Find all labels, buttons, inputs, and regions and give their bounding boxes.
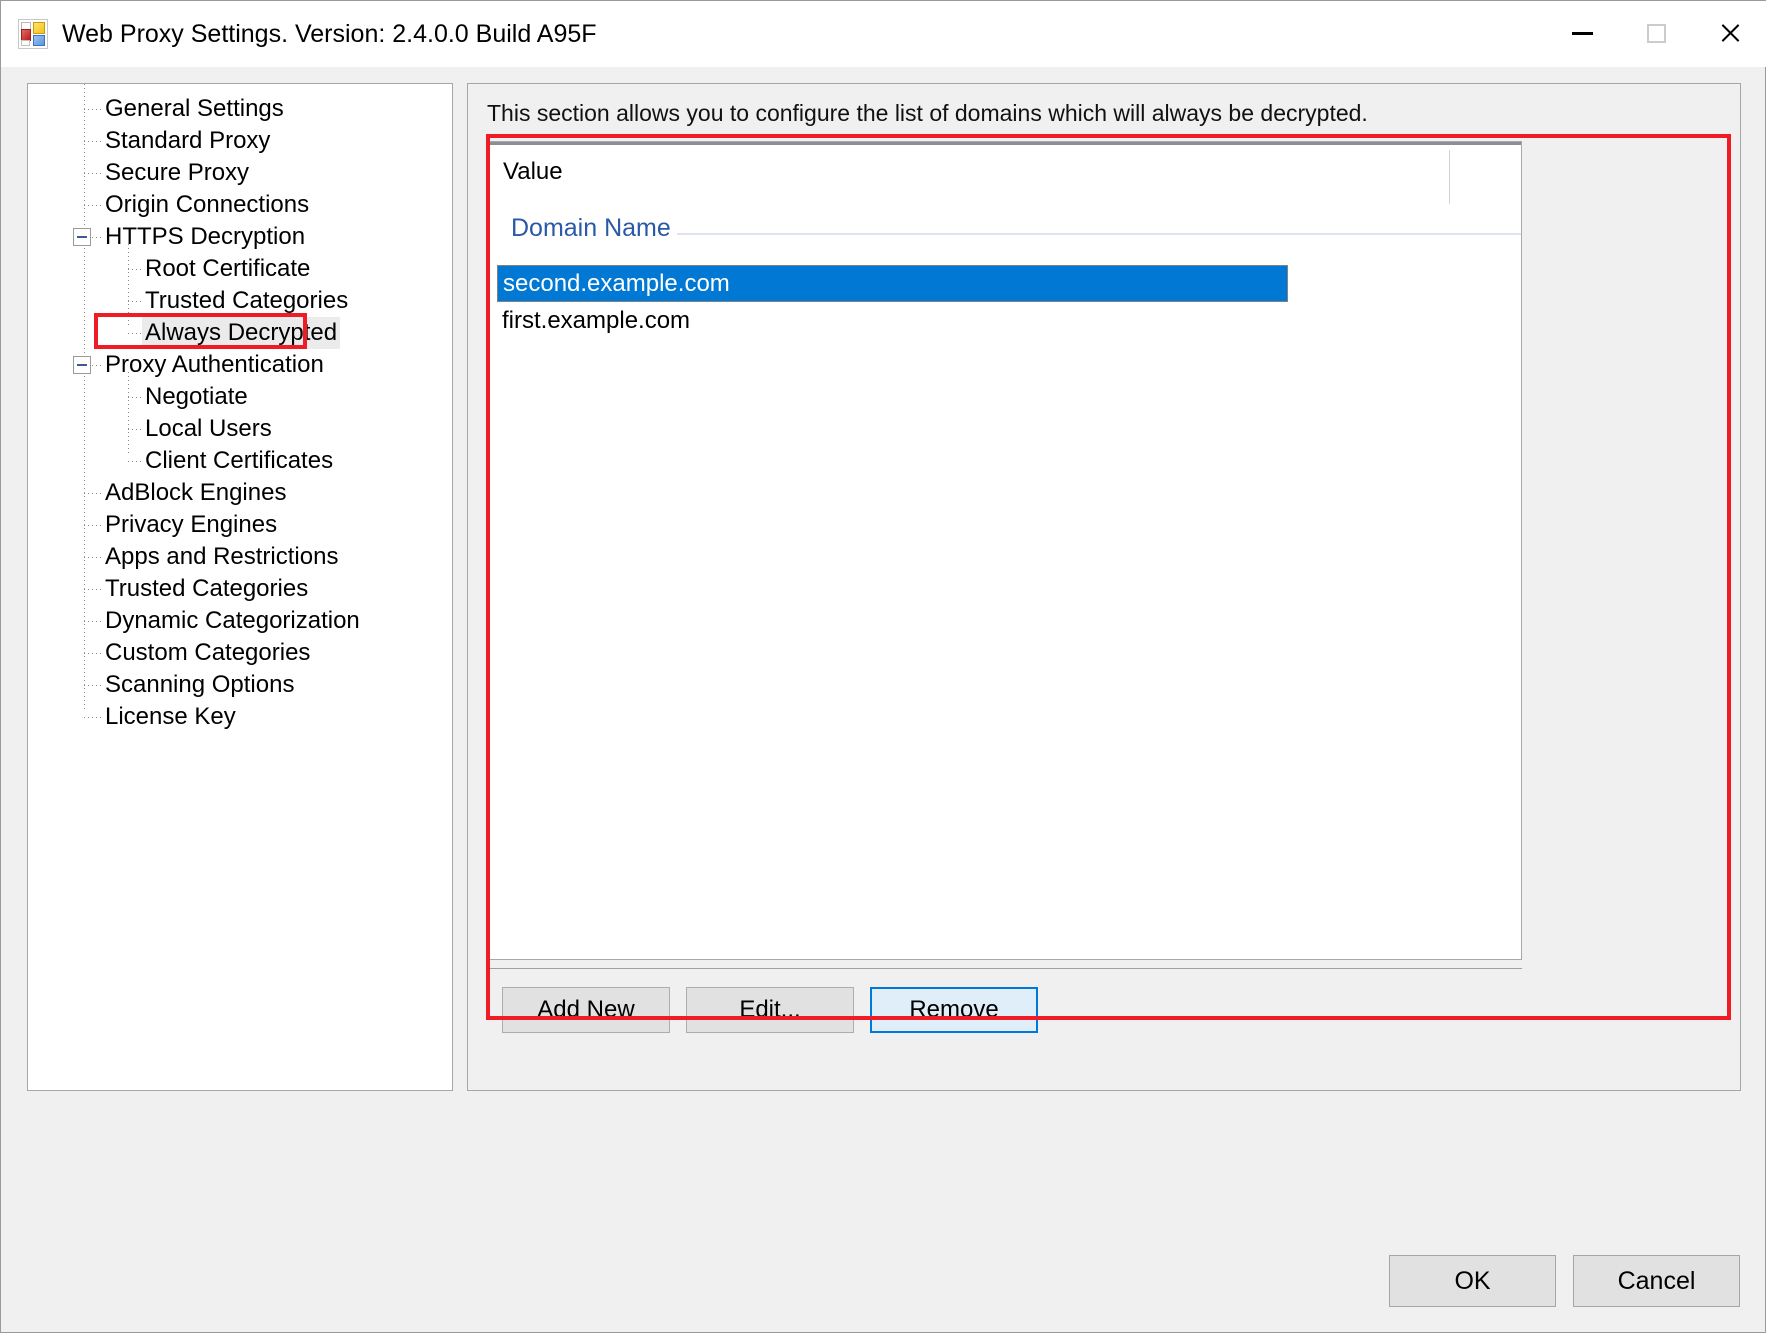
tree-item-negotiate[interactable]: Negotiate — [28, 381, 452, 413]
tree-item-label: Client Certificates — [145, 447, 334, 474]
list-group-row: Domain Name — [487, 214, 1521, 260]
tree-item-label: Trusted Categories — [105, 575, 309, 602]
tree-item-trusted-categories[interactable]: Trusted Categories — [28, 573, 452, 605]
tree-item-label: Custom Categories — [105, 639, 311, 666]
tree-item-proxy-authentication[interactable]: Proxy Authentication — [28, 349, 452, 381]
tree-item-root-certificate[interactable]: Root Certificate — [28, 253, 452, 285]
tree-item-label: General Settings — [105, 95, 284, 122]
settings-window: Web Proxy Settings. Version: 2.4.0.0 Bui… — [0, 0, 1766, 1333]
tree-item-label: Dynamic Categorization — [105, 607, 360, 634]
tree-item-label: Secure Proxy — [105, 159, 250, 186]
tree-connector — [84, 173, 102, 174]
section-description: This section allows you to configure the… — [487, 100, 1368, 126]
tree-connector — [128, 333, 144, 334]
tree-item-label: Local Users — [145, 415, 272, 442]
tree-item-label: HTTPS Decryption — [105, 223, 306, 250]
tree-item-dynamic-categorization[interactable]: Dynamic Categorization — [28, 605, 452, 637]
tree-connector — [84, 685, 102, 686]
window-controls — [1545, 1, 1766, 65]
tree-connector — [128, 301, 144, 302]
tree-item-label: Always Decrypted — [142, 317, 341, 349]
title-bar: Web Proxy Settings. Version: 2.4.0.0 Bui… — [1, 1, 1766, 67]
tree-item-label: Privacy Engines — [105, 511, 278, 538]
tree-connector — [128, 461, 144, 462]
tree-item-label: Apps and Restrictions — [105, 543, 339, 570]
tree-item-label: Scanning Options — [105, 671, 295, 698]
tree-item-label: Standard Proxy — [105, 127, 271, 154]
remove-button[interactable]: Remove — [870, 987, 1038, 1033]
tree-item-label: Origin Connections — [105, 191, 310, 218]
tree-connector — [128, 397, 144, 398]
list-item[interactable]: first.example.com — [497, 302, 1288, 339]
tree-item-secure-proxy[interactable]: Secure Proxy — [28, 157, 452, 189]
tree-connector — [84, 109, 102, 110]
tree-connector — [84, 493, 102, 494]
tree-item-custom-categories[interactable]: Custom Categories — [28, 637, 452, 669]
group-header-rule — [677, 233, 1521, 235]
tree-connector — [84, 205, 102, 206]
maximize-icon — [1646, 23, 1666, 43]
content-panel: This section allows you to configure the… — [467, 83, 1741, 1091]
tree-connector — [84, 589, 102, 590]
maximize-button[interactable] — [1619, 1, 1693, 65]
tree-item-label: Trusted Categories — [145, 287, 349, 314]
list-item[interactable]: second.example.com — [497, 265, 1288, 302]
app-tiles-icon — [18, 19, 48, 49]
tree-item-apps-and-restrictions[interactable]: Apps and Restrictions — [28, 541, 452, 573]
tree-connector — [84, 557, 102, 558]
settings-tree[interactable]: General Settings Standard Proxy Secure Pro… — [27, 83, 453, 1091]
column-header-value: Value — [503, 158, 563, 185]
tree-connector — [128, 429, 144, 430]
tree-item-scanning-options[interactable]: Scanning Options — [28, 669, 452, 701]
tree-item-standard-proxy[interactable]: Standard Proxy — [28, 125, 452, 157]
tree-item-local-users[interactable]: Local Users — [28, 413, 452, 445]
minimize-button[interactable] — [1545, 1, 1619, 65]
edit-button[interactable]: Edit... — [686, 987, 854, 1033]
tree-connector — [84, 717, 102, 718]
close-button[interactable] — [1693, 1, 1766, 65]
list-column-header: Value — [487, 146, 1521, 206]
list-top-divider — [487, 142, 1521, 145]
tree-item-label: License Key — [105, 703, 236, 730]
tree-connector — [84, 141, 102, 142]
tree-item-origin-connections[interactable]: Origin Connections — [28, 189, 452, 221]
tree-item-privacy-engines[interactable]: Privacy Engines — [28, 509, 452, 541]
tree-item-label: Root Certificate — [145, 255, 311, 282]
tree-item-label: AdBlock Engines — [105, 479, 287, 506]
column-separator[interactable] — [1449, 150, 1450, 204]
tree-connector — [84, 653, 102, 654]
collapse-icon[interactable] — [73, 228, 91, 246]
ok-button[interactable]: OK — [1389, 1255, 1556, 1307]
domain-list[interactable]: Value Domain Name second.example.com fir… — [486, 141, 1522, 960]
collapse-icon[interactable] — [73, 356, 91, 374]
close-icon — [1719, 22, 1741, 44]
tree-connector — [84, 525, 102, 526]
tree-item-client-certificates[interactable]: Client Certificates — [28, 445, 452, 477]
tree-item-license-key[interactable]: License Key — [28, 701, 452, 733]
minimize-icon — [1571, 31, 1593, 35]
tree-item-adblock-engines[interactable]: AdBlock Engines — [28, 477, 452, 509]
add-new-button[interactable]: Add New — [502, 987, 670, 1033]
window-title: Web Proxy Settings. Version: 2.4.0.0 Bui… — [62, 19, 597, 48]
tree-item-general-settings[interactable]: General Settings — [28, 93, 452, 125]
tree-item-https-decryption[interactable]: HTTPS Decryption — [28, 221, 452, 253]
tree-item-label: Negotiate — [145, 383, 248, 410]
list-button-bar: Add New Edit... Remove — [486, 968, 1522, 1040]
group-header-domain-name: Domain Name — [511, 214, 671, 242]
cancel-button[interactable]: Cancel — [1573, 1255, 1740, 1307]
tree-item-always-decrypted[interactable]: Always Decrypted — [28, 317, 452, 349]
tree-item-label: Proxy Authentication — [105, 351, 324, 378]
tree-connector — [128, 269, 144, 270]
tree-connector — [84, 621, 102, 622]
tree-item-trusted-categories[interactable]: Trusted Categories — [28, 285, 452, 317]
